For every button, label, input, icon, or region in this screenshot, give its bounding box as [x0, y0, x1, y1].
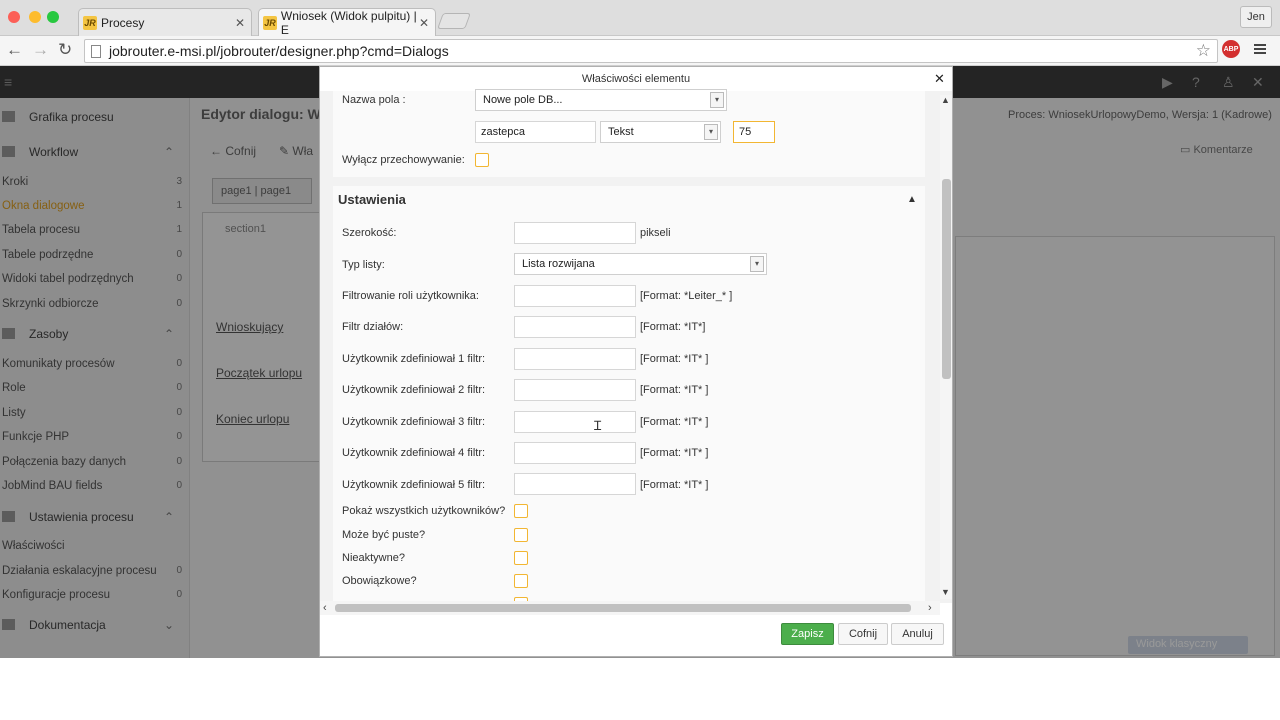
can-be-empty-checkbox[interactable] [514, 528, 528, 542]
filter-label: Użytkownik zdefiniował 4 filtr: [342, 447, 486, 459]
tab-label: Wniosek (Widok pulpitu) | E [280, 8, 417, 37]
cancel-button[interactable]: Anuluj [891, 623, 944, 645]
reload-icon[interactable]: ↻ [58, 40, 72, 60]
chevron-down-icon: ▾ [710, 92, 724, 108]
width-unit: pikseli [640, 227, 671, 239]
filter-label: Użytkownik zdefiniował 5 filtr: [342, 479, 486, 491]
chevron-up-icon[interactable]: ▲ [907, 194, 917, 205]
field-name-select[interactable]: Nowe pole DB... ▾ [475, 89, 727, 111]
text-cursor-icon: Ɪ [594, 418, 602, 433]
dialog-content [320, 91, 952, 603]
filter-hint: [Format: *Leiter_* ] [640, 290, 733, 302]
user-filter-1-input[interactable] [514, 348, 636, 370]
close-icon[interactable]: ✕ [934, 71, 945, 87]
field-name-label: Nazwa pola : [342, 94, 406, 106]
vertical-scrollbar[interactable]: ▲ ▼ [940, 95, 952, 599]
jobrouter-favicon-icon: JR [263, 15, 277, 30]
profile-button[interactable]: Jen [1240, 6, 1272, 28]
browser-tab-bar: JR Procesy ✕ JR Wniosek (Widok pulpitu) … [0, 0, 1280, 37]
scroll-left-icon[interactable]: ‹ [323, 602, 327, 614]
disable-storage-checkbox[interactable] [475, 153, 489, 167]
scroll-down-icon[interactable]: ▼ [941, 587, 950, 597]
user-filter-3-input[interactable] [514, 411, 636, 433]
list-type-select[interactable]: Lista rozwijana ▾ [514, 253, 767, 275]
filter-label: Filtr działów: [342, 321, 404, 333]
disable-storage-label: Wyłącz przechowywanie: [342, 154, 465, 166]
user-filter-2-input[interactable] [514, 379, 636, 401]
filter-hint: [Format: *IT* ] [640, 447, 709, 459]
db-field-input[interactable]: zastepca [475, 121, 596, 143]
back-arrow-icon[interactable]: ← [6, 40, 23, 60]
department-filter-input[interactable] [514, 316, 636, 338]
bookmark-star-icon[interactable]: ☆ [1196, 41, 1211, 61]
undo-button[interactable]: Cofnij [838, 623, 888, 645]
show-all-users-checkbox[interactable] [514, 504, 528, 518]
chevron-down-icon: ▾ [750, 256, 764, 272]
minimize-window-button[interactable] [29, 11, 41, 23]
filter-label: Użytkownik zdefiniował 1 filtr: [342, 353, 486, 365]
horizontal-scrollbar[interactable]: ‹ › [320, 601, 940, 615]
browser-toolbar: ← → ↻ jobrouter.e-msi.pl/jobrouter/desig… [0, 36, 1280, 66]
required-label: Obowiązkowe? [342, 575, 417, 587]
close-tab-icon[interactable]: ✕ [235, 16, 245, 30]
adblock-icon[interactable]: ABP [1222, 40, 1240, 58]
role-filter-input[interactable] [514, 285, 636, 307]
close-window-button[interactable] [8, 11, 20, 23]
filter-hint: [Format: *IT* ] [640, 416, 709, 428]
close-tab-icon[interactable]: ✕ [419, 16, 429, 30]
inactive-checkbox[interactable] [514, 551, 528, 565]
dialog-title: Właściwości elementu [581, 73, 691, 85]
url-text: jobrouter.e-msi.pl/jobrouter/designer.ph… [109, 43, 449, 59]
db-length-input[interactable]: 75 [733, 121, 775, 143]
chevron-down-icon: ▾ [704, 124, 718, 140]
browser-tab-procesy[interactable]: JR Procesy ✕ [78, 8, 252, 36]
filter-hint: [Format: *IT* ] [640, 384, 709, 396]
maximize-window-button[interactable] [47, 11, 59, 23]
forward-arrow-icon[interactable]: → [32, 40, 49, 60]
jobrouter-favicon-icon: JR [83, 15, 97, 30]
width-label: Szerokość: [342, 227, 397, 239]
user-filter-5-input[interactable] [514, 473, 636, 495]
scroll-up-icon[interactable]: ▲ [941, 95, 950, 105]
list-type-label: Typ listy: [342, 259, 385, 271]
address-bar[interactable]: jobrouter.e-msi.pl/jobrouter/designer.ph… [84, 39, 1218, 63]
settings-section-title: Ustawienia [338, 192, 406, 207]
inactive-label: Nieaktywne? [342, 552, 405, 564]
vertical-scroll-thumb[interactable] [942, 179, 951, 379]
page-icon [91, 44, 101, 58]
filter-label: Filtrowanie roli użytkownika: [342, 290, 479, 302]
browser-tab-wniosek[interactable]: JR Wniosek (Widok pulpitu) | E ✕ [258, 8, 436, 37]
filter-label: Użytkownik zdefiniował 3 filtr: [342, 416, 486, 428]
can-be-empty-label: Może być puste? [342, 529, 426, 541]
scroll-right-icon[interactable]: › [928, 602, 932, 614]
width-input[interactable] [514, 222, 636, 244]
filter-hint: [Format: *IT* ] [640, 353, 709, 365]
browser-menu-icon[interactable] [1254, 44, 1266, 54]
show-all-users-label: Pokaż wszystkich użytkowników? [342, 505, 506, 517]
tab-label: Procesy [101, 15, 145, 30]
filter-hint: [Format: *IT* ] [640, 479, 709, 491]
filter-hint: [Format: *IT*] [640, 321, 706, 333]
db-type-select[interactable]: Tekst ▾ [600, 121, 721, 143]
horizontal-scroll-thumb[interactable] [335, 604, 911, 612]
new-tab-button[interactable] [437, 13, 471, 29]
user-filter-4-input[interactable] [514, 442, 636, 464]
filter-label: Użytkownik zdefiniował 2 filtr: [342, 384, 486, 396]
required-checkbox[interactable] [514, 574, 528, 588]
element-properties-dialog: Właściwości elementu ✕ Nazwa pola : Nowe… [319, 66, 953, 657]
save-button[interactable]: Zapisz [781, 623, 834, 645]
